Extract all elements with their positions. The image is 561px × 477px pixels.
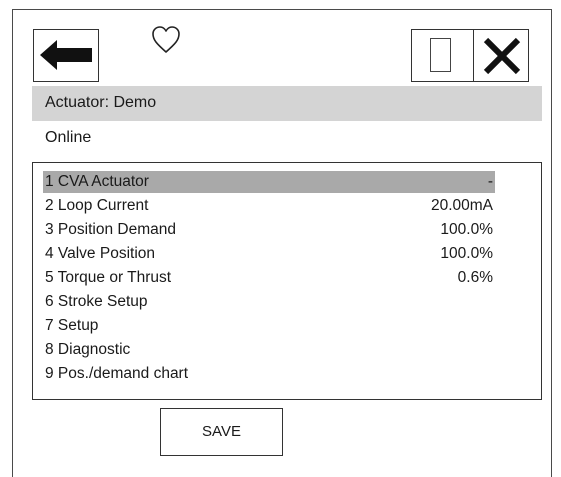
menu-item-value: 100.0% xyxy=(440,245,493,262)
menu-item-label: 9 Pos./demand chart xyxy=(45,365,189,382)
back-button[interactable] xyxy=(33,29,99,82)
save-button[interactable]: SAVE xyxy=(160,408,283,456)
menu-item-value: 100.0% xyxy=(440,221,493,238)
close-button[interactable] xyxy=(473,29,529,82)
menu-item-valve-position[interactable]: 4 Valve Position 100.0% xyxy=(43,243,495,265)
menu-item-cva-actuator[interactable]: 1 CVA Actuator - xyxy=(43,171,495,193)
arrow-left-icon xyxy=(40,40,92,70)
menu-item-label: 2 Loop Current xyxy=(45,197,149,214)
menu-item-stroke-setup[interactable]: 6 Stroke Setup xyxy=(43,291,495,313)
menu-list: 1 CVA Actuator - 2 Loop Current 20.00mA … xyxy=(32,162,542,400)
close-icon xyxy=(483,37,521,75)
status-text: Online xyxy=(45,129,92,146)
page-title: Actuator: Demo xyxy=(45,94,157,111)
menu-item-setup[interactable]: 7 Setup xyxy=(43,315,495,337)
menu-item-label: 1 CVA Actuator xyxy=(45,173,149,190)
menu-item-label: 7 Setup xyxy=(45,317,99,334)
menu-item-diagnostic[interactable]: 8 Diagnostic xyxy=(43,339,495,361)
menu-item-loop-current[interactable]: 2 Loop Current 20.00mA xyxy=(43,195,495,217)
square-icon xyxy=(430,38,451,72)
menu-item-label: 8 Diagnostic xyxy=(45,341,131,358)
menu-item-pos-demand-chart[interactable]: 9 Pos./demand chart xyxy=(43,363,495,385)
favorite-button[interactable] xyxy=(149,24,183,56)
menu-item-label: 4 Valve Position xyxy=(45,245,155,262)
heart-icon xyxy=(152,26,180,53)
menu-item-position-demand[interactable]: 3 Position Demand 100.0% xyxy=(43,219,495,241)
menu-item-label: 5 Torque or Thrust xyxy=(45,269,172,286)
menu-item-label: 6 Stroke Setup xyxy=(45,293,148,310)
menu-item-value: 0.6% xyxy=(457,269,493,286)
menu-item-label: 3 Position Demand xyxy=(45,221,176,238)
menu-item-torque-or-thrust[interactable]: 5 Torque or Thrust 0.6% xyxy=(43,267,495,289)
title-bar: Actuator: Demo xyxy=(32,86,542,121)
menu-item-value: 20.00mA xyxy=(430,197,493,214)
menu-item-value: - xyxy=(487,173,493,190)
window-button[interactable] xyxy=(411,29,474,82)
